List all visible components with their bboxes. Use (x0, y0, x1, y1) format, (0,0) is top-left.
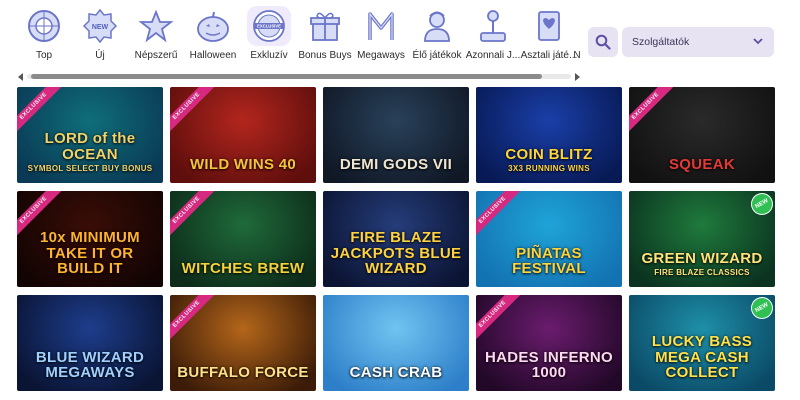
game-title: WITCHES BREW (174, 261, 312, 277)
game-title: HADES INFERNO 1000 (480, 348, 618, 382)
game-title: DEMI GODS VII (327, 157, 465, 173)
scroll-right-arrow-icon[interactable] (575, 73, 580, 81)
game-title-text: LUCKY BASS MEGA CASH COLLECT (651, 332, 753, 382)
game-title: BLUE WIZARD MEGAWAYS (21, 348, 159, 382)
svg-text:NEW: NEW (92, 24, 109, 31)
game-tile[interactable]: BLUE WIZARD MEGAWAYS (17, 295, 163, 391)
game-tile[interactable]: WILD WINS 40 EXCLUSIVE (170, 87, 316, 183)
category-megaways[interactable]: Megaways (349, 6, 413, 61)
game-tile[interactable]: CASH CRAB (323, 295, 469, 391)
game-tile[interactable]: SQUEAK EXCLUSIVE (629, 87, 775, 183)
game-title: CASH CRAB (327, 365, 465, 381)
game-subtitle: 3X3 RUNNING WINS (508, 163, 590, 173)
gift-icon (310, 12, 340, 41)
category-instant-games[interactable]: Azonnali J... (461, 6, 525, 61)
game-tile[interactable]: DEMI GODS VII (323, 87, 469, 183)
scroll-left-arrow-icon[interactable] (18, 73, 23, 81)
category-label: Új (95, 50, 105, 61)
game-tile[interactable]: GREEN WIZARD FIRE BLAZE CLASSICS NEW (629, 191, 775, 287)
category-label: Élő játékok (412, 50, 462, 61)
exclusive-icon: EXCLUSIVE (253, 10, 285, 42)
game-tile[interactable]: FIRE BLAZE JACKPOTS BLUE WIZARD (323, 191, 469, 287)
game-tile[interactable]: WITCHES BREW EXCLUSIVE (170, 191, 316, 287)
game-title: BUFFALO FORCE (174, 365, 312, 381)
game-tile[interactable]: HADES INFERNO 1000 EXCLUSIVE (476, 295, 622, 391)
game-title: COIN BLITZ 3X3 RUNNING WINS (480, 145, 618, 173)
game-title: PIÑATAS FESTIVAL (480, 244, 618, 278)
cards-icon (538, 11, 560, 41)
category-label: Exkluzív (250, 50, 288, 61)
game-title-text: 10x MINIMUM TAKE IT OR BUILD IT (40, 228, 140, 278)
pumpkin-icon (197, 11, 229, 42)
game-tile[interactable]: LUCKY BASS MEGA CASH COLLECT NEW (629, 295, 775, 391)
scrollbar-track[interactable] (27, 74, 571, 79)
live-dealer-icon (424, 11, 450, 42)
game-title: SQUEAK (633, 157, 771, 173)
search-button[interactable] (588, 27, 618, 57)
game-tile[interactable]: BUFFALO FORCE EXCLUSIVE (170, 295, 316, 391)
game-tile[interactable]: 10x MINIMUM TAKE IT OR BUILD IT EXCLUSIVE (17, 191, 163, 287)
game-title-text: FIRE BLAZE JACKPOTS BLUE WIZARD (330, 228, 462, 278)
category-top[interactable]: Top (12, 6, 76, 61)
category-scrollbar[interactable] (18, 72, 580, 82)
game-title-text: WITCHES BREW (181, 260, 305, 278)
category-bar: Top NEW Új Népszerű Halloween EXCLUSIVE … (0, 0, 585, 68)
category-more[interactable]: N (566, 6, 588, 61)
star-icon (138, 9, 174, 43)
game-title-text: COIN BLITZ (505, 145, 593, 163)
game-tile[interactable]: PIÑATAS FESTIVAL EXCLUSIVE (476, 191, 622, 287)
category-new[interactable]: NEW Új (68, 6, 132, 61)
category-halloween[interactable]: Halloween (181, 6, 245, 61)
game-title: WILD WINS 40 (174, 157, 312, 173)
joystick-icon (480, 10, 506, 42)
game-tile[interactable]: LORD of the OCEAN SYMBOL SELECT BUY BONUS… (17, 87, 163, 183)
provider-dropdown-label: Szolgáltatók (632, 36, 690, 48)
game-title-text: WILD WINS 40 (189, 156, 297, 174)
game-title-text: HADES INFERNO 1000 (484, 348, 614, 382)
game-title-text: BUFFALO FORCE (177, 364, 309, 382)
category-live-games[interactable]: Élő játékok (405, 6, 469, 61)
category-label: Top (35, 50, 53, 61)
game-title-text: BLUE WIZARD MEGAWAYS (35, 348, 145, 382)
game-title: GREEN WIZARD FIRE BLAZE CLASSICS (633, 249, 771, 277)
chevron-down-icon (753, 38, 763, 45)
game-title: LORD of the OCEAN SYMBOL SELECT BUY BONUS (21, 131, 159, 173)
game-title-text: CASH CRAB (349, 364, 443, 382)
category-label: N (573, 50, 581, 61)
scrollbar-thumb[interactable] (31, 74, 543, 79)
exclusive-icon-text: EXCLUSIVE (257, 24, 281, 29)
game-title-text: GREEN WIZARD (641, 249, 763, 267)
game-subtitle: SYMBOL SELECT BUY BONUS (27, 163, 153, 173)
megaways-icon (368, 12, 394, 40)
game-title: LUCKY BASS MEGA CASH COLLECT (633, 332, 771, 382)
category-label: Népszerű (134, 50, 178, 61)
category-label: Azonnali J... (465, 50, 521, 61)
category-label: Megaways (357, 50, 405, 61)
game-grid: LORD of the OCEAN SYMBOL SELECT BUY BONUS… (17, 87, 775, 400)
category-bonus-buys[interactable]: Bonus Buys (293, 6, 357, 61)
game-title-text: PIÑATAS FESTIVAL (512, 244, 586, 278)
game-title-text: LORD of the OCEAN (44, 130, 136, 163)
game-title: FIRE BLAZE JACKPOTS BLUE WIZARD (327, 228, 465, 278)
category-exclusive[interactable]: EXCLUSIVE Exkluzív (237, 6, 301, 61)
category-label: Bonus Buys (298, 50, 352, 61)
game-title-text: DEMI GODS VII (339, 156, 453, 174)
game-title: 10x MINIMUM TAKE IT OR BUILD IT (21, 228, 159, 278)
roulette-icon (28, 10, 60, 42)
search-icon (595, 34, 611, 50)
game-title-text: SQUEAK (669, 156, 735, 174)
game-subtitle: FIRE BLAZE CLASSICS (654, 267, 750, 277)
provider-dropdown[interactable]: Szolgáltatók (622, 27, 774, 57)
category-label: Halloween (189, 50, 237, 61)
new-badge-icon: NEW (82, 8, 118, 44)
category-popular[interactable]: Népszerű (124, 6, 188, 61)
game-tile[interactable]: COIN BLITZ 3X3 RUNNING WINS (476, 87, 622, 183)
